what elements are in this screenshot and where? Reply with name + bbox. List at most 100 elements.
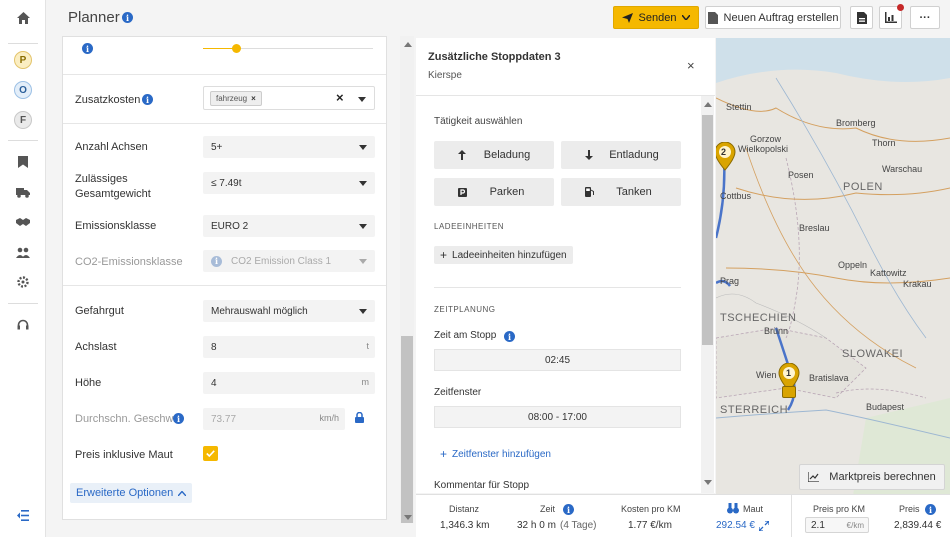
- page-title: Planner: [68, 9, 120, 26]
- load-units-heading: LADEEINHEITEN: [434, 222, 505, 231]
- time-planning-heading: ZEITPLANUNG: [434, 305, 496, 314]
- section-divider: [434, 287, 681, 288]
- axles-select[interactable]: 5+: [203, 136, 375, 158]
- stop-panel-subtitle: Kierspe: [428, 70, 462, 81]
- height-unit: m: [361, 377, 370, 387]
- market-price-button[interactable]: Marktpreis berechnen: [799, 464, 945, 490]
- time-days-value: (4 Tage): [560, 520, 597, 531]
- surcharges-multiselect[interactable]: fahrzeug × ×: [203, 86, 375, 110]
- time-window-input[interactable]: 08:00 - 17:00: [434, 406, 681, 428]
- gross-weight-value: ≤ 7.49t: [211, 177, 242, 189]
- info-icon[interactable]: i: [82, 43, 93, 54]
- info-icon[interactable]: i: [563, 504, 574, 515]
- parking-button[interactable]: Parken: [434, 178, 554, 206]
- rail-item-o[interactable]: O: [0, 78, 46, 102]
- add-load-units-label: Ladeeinheiten hinzufügen: [452, 249, 567, 261]
- info-icon[interactable]: i: [504, 331, 515, 342]
- add-time-window-link[interactable]: + Zeitfenster hinzufügen: [440, 447, 551, 461]
- axles-label: Anzahl Achsen: [75, 141, 148, 153]
- slider-handle[interactable]: [232, 44, 241, 53]
- info-icon[interactable]: i: [173, 413, 184, 424]
- height-label: Höhe: [75, 377, 102, 389]
- caret-down-icon: [359, 145, 367, 150]
- truck-icon[interactable]: [0, 180, 46, 204]
- add-time-window-label: Zeitfenster hinzufügen: [452, 448, 551, 460]
- document-icon: [707, 11, 718, 24]
- stop-time-input[interactable]: 02:45: [434, 349, 681, 371]
- cost-per-km-value: 1.77 €/km: [628, 520, 672, 531]
- caret-down-icon: [359, 259, 367, 264]
- avg-speed-unit: km/h: [319, 413, 339, 423]
- clear-selection-icon[interactable]: ×: [336, 90, 344, 105]
- unloading-button[interactable]: Entladung: [561, 141, 681, 169]
- lock-icon[interactable]: [355, 412, 364, 423]
- rail-divider: [8, 43, 38, 44]
- rail-item-f[interactable]: F: [0, 108, 46, 132]
- scroll-down-icon[interactable]: [704, 480, 712, 485]
- emission-class-value: EURO 2: [211, 220, 249, 232]
- export-pdf-button[interactable]: [850, 6, 873, 29]
- stop-time-label: Zeit am Stopp: [434, 330, 497, 341]
- collapse-menu-icon[interactable]: [0, 503, 46, 527]
- expand-icon[interactable]: [759, 521, 769, 531]
- axle-load-unit: t: [366, 341, 369, 351]
- height-input[interactable]: 4 m: [203, 372, 375, 394]
- map-label-wielkopolski: Wielkopolski: [738, 144, 789, 154]
- height-row: Höhe 4 m: [63, 371, 386, 394]
- map-label-polen: POLEN: [843, 181, 883, 193]
- stop-panel-title: Zusätzliche Stoppdaten 3: [428, 51, 561, 63]
- slider-row: i: [63, 37, 386, 75]
- toll-value[interactable]: 292.54 €: [716, 520, 755, 531]
- emission-class-select[interactable]: EURO 2: [203, 215, 375, 237]
- price-incl-toll-checkbox[interactable]: [203, 446, 218, 461]
- new-order-label: Neuen Auftrag erstellen: [723, 11, 839, 24]
- headset-icon[interactable]: [0, 313, 46, 337]
- avg-speed-value: 73.77: [211, 413, 237, 425]
- stop-panel-scrollbar-thumb[interactable]: [702, 115, 713, 345]
- time-window-label: Zeitfenster: [434, 387, 482, 398]
- axle-load-input[interactable]: 8 t: [203, 336, 375, 358]
- axle-load-label: Achslast: [75, 341, 117, 353]
- rail-letter-o: O: [14, 81, 32, 99]
- gear-icon[interactable]: [0, 270, 46, 294]
- rail-item-p[interactable]: P: [0, 48, 46, 72]
- route-map[interactable]: Stettin Gorzow Wielkopolski Bromberg Tho…: [716, 38, 950, 537]
- advanced-options-toggle[interactable]: Erweiterte Optionen: [70, 483, 193, 503]
- users-icon[interactable]: [0, 240, 46, 264]
- co2-class-label: CO2-Emissionsklasse: [75, 256, 183, 268]
- price-value: 2,839.44 €: [894, 520, 942, 531]
- add-load-units-button[interactable]: + Ladeeinheiten hinzufügen: [434, 246, 573, 264]
- chevron-up-icon: [178, 490, 187, 496]
- price-per-km-input[interactable]: 2.1 €/km: [805, 517, 869, 533]
- map-label-oesterreich: STERREICH: [720, 404, 789, 416]
- chip-remove-icon[interactable]: ×: [251, 92, 256, 105]
- toll-label: Maut: [743, 504, 764, 514]
- handshake-icon[interactable]: [0, 210, 46, 234]
- info-icon[interactable]: i: [925, 504, 936, 515]
- map-label-wien: Wien: [756, 370, 777, 380]
- more-button[interactable]: ···: [910, 6, 940, 29]
- refuel-button[interactable]: Tanken: [561, 178, 681, 206]
- info-icon[interactable]: i: [122, 12, 133, 23]
- truck-marker-icon[interactable]: [782, 386, 796, 398]
- send-button[interactable]: Senden: [613, 6, 699, 29]
- hazmat-select[interactable]: Mehrauswahl möglich: [203, 300, 375, 322]
- info-icon[interactable]: i: [142, 94, 153, 105]
- home-icon[interactable]: [0, 6, 46, 30]
- map-marker-2[interactable]: 2: [716, 141, 736, 172]
- plus-icon: +: [440, 447, 448, 461]
- scroll-down-icon[interactable]: [404, 515, 412, 520]
- statistics-button[interactable]: [879, 4, 904, 29]
- fuel-pump-icon: [585, 187, 594, 197]
- scroll-up-icon[interactable]: [704, 102, 712, 107]
- bookmark-icon[interactable]: [0, 150, 46, 174]
- close-icon[interactable]: ×: [687, 58, 695, 73]
- map-marker-2-label: 2: [721, 147, 727, 157]
- send-button-label: Senden: [638, 11, 677, 24]
- caret-down-icon[interactable]: [358, 97, 366, 102]
- loading-button[interactable]: Beladung: [434, 141, 554, 169]
- form-scrollbar-thumb[interactable]: [401, 336, 413, 523]
- new-order-button[interactable]: Neuen Auftrag erstellen: [705, 6, 841, 29]
- scroll-up-icon[interactable]: [404, 42, 412, 47]
- gross-weight-select[interactable]: ≤ 7.49t: [203, 172, 375, 194]
